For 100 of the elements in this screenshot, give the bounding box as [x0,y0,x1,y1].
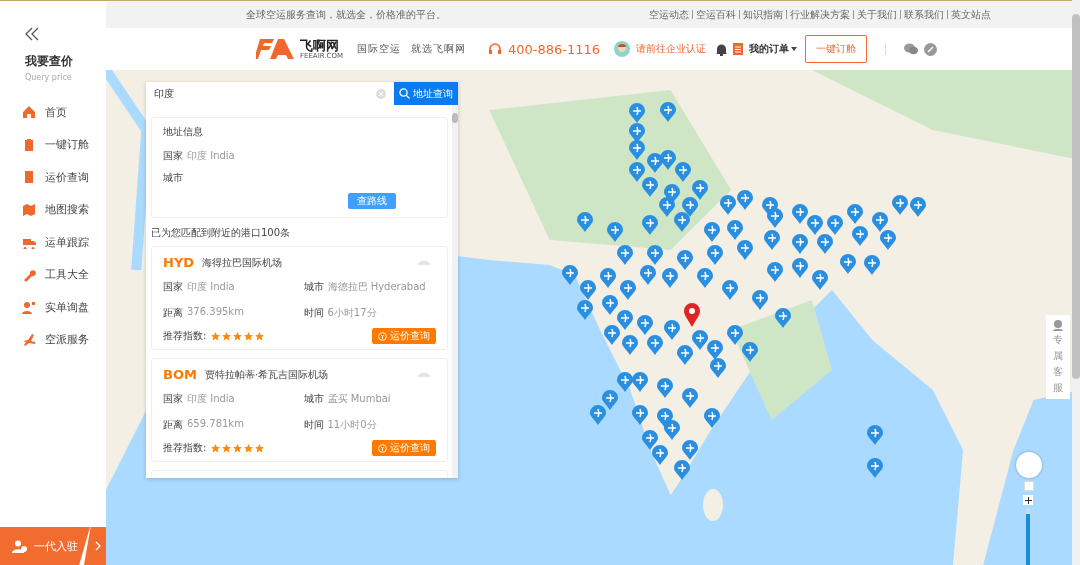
join-button[interactable]: 一代入驻 [0,527,90,565]
map-pin-icon[interactable] [580,280,596,300]
map-pin-icon[interactable] [600,268,616,288]
map-pin-icon[interactable] [632,405,648,425]
map-pin-icon[interactable] [682,440,698,460]
map-pin-icon[interactable] [792,204,808,224]
map-pin-icon[interactable] [590,405,606,425]
map-pin-icon[interactable] [720,195,736,215]
map-pin-icon[interactable] [910,197,926,217]
top-link[interactable]: 空运百科 [692,10,739,19]
search-field[interactable]: 印度 [146,82,394,105]
map-pin-icon[interactable] [602,390,618,410]
map-pin-icon[interactable] [872,212,888,232]
certify-link[interactable]: 请前往企业认证 [636,42,707,56]
map-pin-icon[interactable] [604,325,620,345]
zoom-slider[interactable] [1026,513,1030,565]
scrollbar[interactable] [452,105,458,478]
map-pin-icon[interactable] [710,358,726,378]
map-pin-icon[interactable] [617,245,633,265]
map-pin-icon[interactable] [817,234,833,254]
airport-card[interactable]: BOM 贾特拉帕蒂·希瓦吉国际机场 国家 印度 India 城市 孟买 Mumbai 距离 659.781km 时间 11小时0分 推荐指数: 运价查询 [151,358,448,462]
expand-button[interactable] [84,527,106,565]
bell-icon[interactable] [716,42,728,56]
map-pin-icon[interactable] [607,222,623,242]
top-link[interactable]: 知识指南 [739,10,786,19]
map-pin-icon[interactable] [847,204,863,224]
map-pin-icon[interactable] [752,290,768,310]
top-link[interactable]: 空运动态 [646,10,692,19]
map-pin-icon[interactable] [617,310,633,330]
top-link[interactable]: 联系我们 [900,10,947,19]
map-pin-icon[interactable] [617,372,633,392]
map-pin-icon[interactable] [632,372,648,392]
map-pin-icon[interactable] [737,190,753,210]
map-pin-icon[interactable] [662,268,678,288]
sidebar-item[interactable]: 实单询盘 [0,291,106,324]
map-pin-icon[interactable] [704,408,720,428]
map-pin-icon[interactable] [775,308,791,328]
map-pin-icon[interactable] [767,262,783,282]
scrollbar[interactable] [1072,0,1080,565]
link-icon[interactable] [924,42,938,56]
map-pin-icon[interactable] [647,335,663,355]
map-pin-icon[interactable] [682,388,698,408]
top-link[interactable]: 关于我们 [853,10,900,19]
map-pin-icon[interactable] [674,460,690,480]
zoom-in-button[interactable] [1023,495,1033,505]
map-pin-icon[interactable] [657,378,673,398]
sidebar-item[interactable]: 地图搜索 [0,193,106,226]
search-button[interactable]: 地址查询 [394,82,458,105]
map-pin-icon[interactable] [562,265,578,285]
map-pin-icon[interactable] [812,270,828,290]
map-pin-icon[interactable] [840,254,856,274]
book-button[interactable]: 一键订舱 [805,35,868,63]
sidebar-item[interactable]: 首页 [0,96,106,129]
map-pin-icon[interactable] [807,215,823,235]
sidebar-item[interactable]: 运价查询 [0,161,106,194]
map-pin-icon[interactable] [827,215,843,235]
map-pin-icon[interactable] [652,445,668,465]
map-pin-icon[interactable] [704,222,720,242]
orders-dropdown[interactable]: 我的订单 [749,42,798,56]
map-pin-icon[interactable] [792,234,808,254]
map-pin-icon[interactable] [792,258,808,278]
map-pin-icon[interactable] [692,330,708,350]
map-pin-icon[interactable] [867,425,883,445]
map-pin-icon[interactable] [767,208,783,228]
map-pin-icon[interactable] [727,220,743,240]
map-pin-icon[interactable] [602,295,618,315]
map-pin-icon[interactable] [707,340,723,360]
map-pin-icon[interactable] [659,197,675,217]
map-pin-icon[interactable] [629,162,645,182]
collapse-icon[interactable] [25,27,39,41]
map-pin-icon[interactable] [577,212,593,232]
map-pin-icon[interactable] [664,320,680,340]
map-pin-icon[interactable] [707,245,723,265]
sidebar-item[interactable]: 空派服务 [0,323,106,356]
map-pin-icon[interactable] [722,280,738,300]
sidebar-item[interactable]: 工具大全 [0,258,106,291]
map-pin-icon[interactable] [620,280,636,300]
airport-card[interactable]: HYD 海得拉巴国际机场 国家 印度 India 城市 海德拉巴 Hyderabad 距离 376.395km 时间 6小时17分 推荐指数: 运价查询 [151,246,448,350]
map-pin-icon[interactable] [637,315,653,335]
map-pin-icon[interactable] [642,430,658,450]
map-pin-icon[interactable] [737,240,753,260]
map-pin-icon[interactable] [692,180,708,200]
map-pin-icon[interactable] [640,265,656,285]
map-pin-icon[interactable] [660,150,676,170]
map-pin-icon[interactable] [577,300,593,320]
top-link[interactable]: 行业解决方案 [786,10,853,19]
map-pin-icon[interactable] [864,255,880,275]
map-pin-icon[interactable] [622,335,638,355]
map-pin-icon[interactable] [852,226,868,246]
map-pin-icon[interactable] [629,103,645,123]
map-pin-icon[interactable] [764,230,780,250]
customer-service-widget[interactable]: 专 属 客 服 [1046,315,1070,399]
map-pin-icon[interactable] [660,102,676,122]
top-link[interactable]: 英文站点 [947,10,994,19]
map-pin-icon[interactable] [867,458,883,478]
map-pin-icon[interactable] [647,245,663,265]
map-pin-icon[interactable] [742,342,758,362]
map-pin-icon[interactable] [629,140,645,160]
map-pin-icon[interactable] [677,345,693,365]
map-pin-icon[interactable] [642,177,658,197]
